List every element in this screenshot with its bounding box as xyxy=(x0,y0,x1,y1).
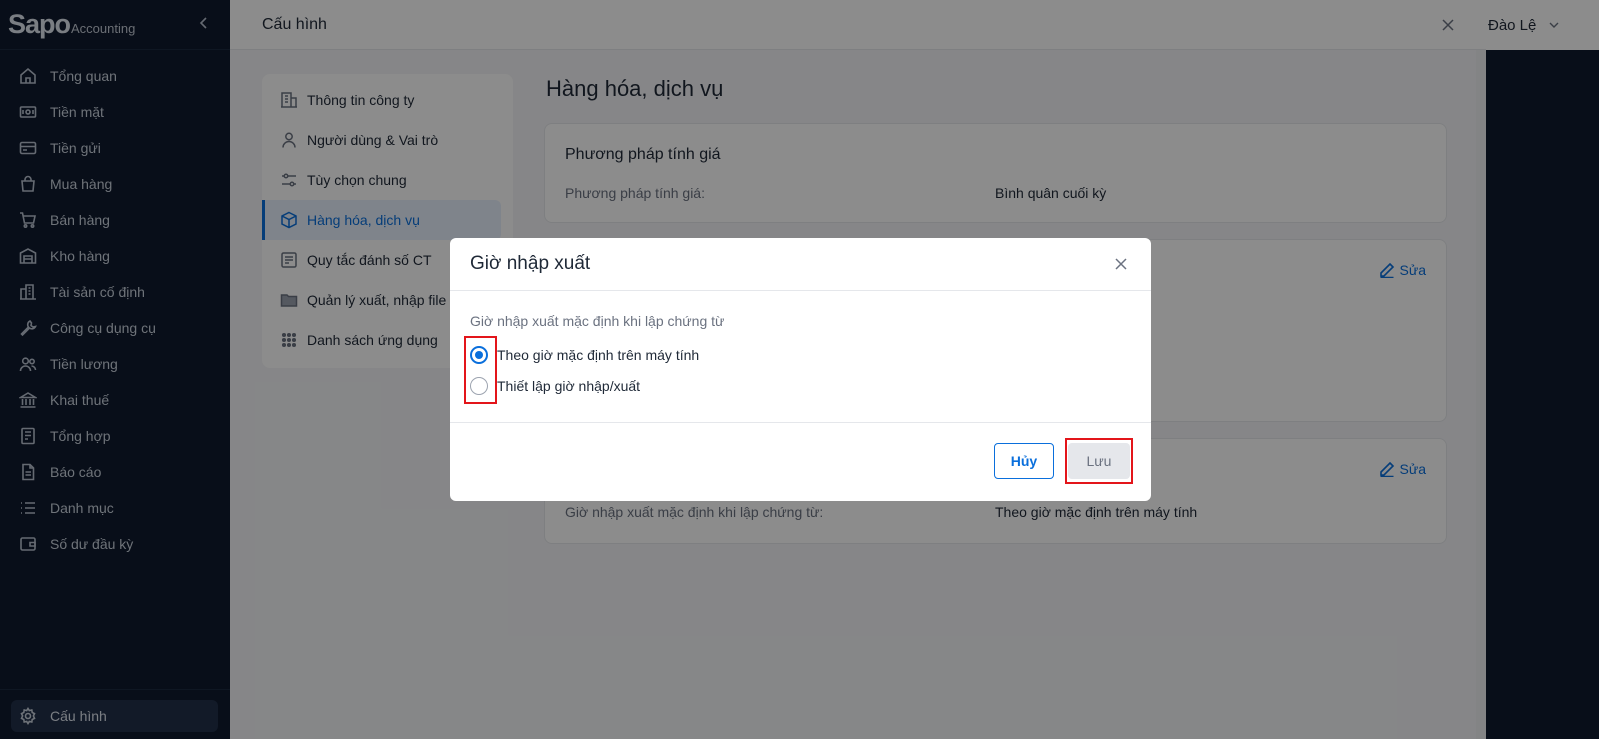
modal-title: Giờ nhập xuất xyxy=(470,253,591,274)
modal-footer: Hủy Lưu xyxy=(450,423,1151,499)
io-time-modal: Giờ nhập xuất Giờ nhập xuất mặc định khi… xyxy=(450,238,1151,501)
modal-header: Giờ nhập xuất xyxy=(450,238,1151,291)
highlight-box xyxy=(1065,438,1133,484)
radio-label: Theo giờ mặc định trên máy tính xyxy=(497,347,700,363)
radio-label: Thiết lập giờ nhập/xuất xyxy=(497,378,641,394)
radio-option-computer-time[interactable]: Theo giờ mặc định trên máy tính xyxy=(470,346,699,364)
cancel-button[interactable]: Hủy xyxy=(994,443,1054,479)
modal-description: Giờ nhập xuất mặc định khi lập chứng từ xyxy=(470,313,725,329)
close-icon[interactable] xyxy=(1113,256,1129,272)
highlight-box xyxy=(464,336,497,404)
modal-body: Giờ nhập xuất mặc định khi lập chứng từ … xyxy=(450,291,1151,423)
